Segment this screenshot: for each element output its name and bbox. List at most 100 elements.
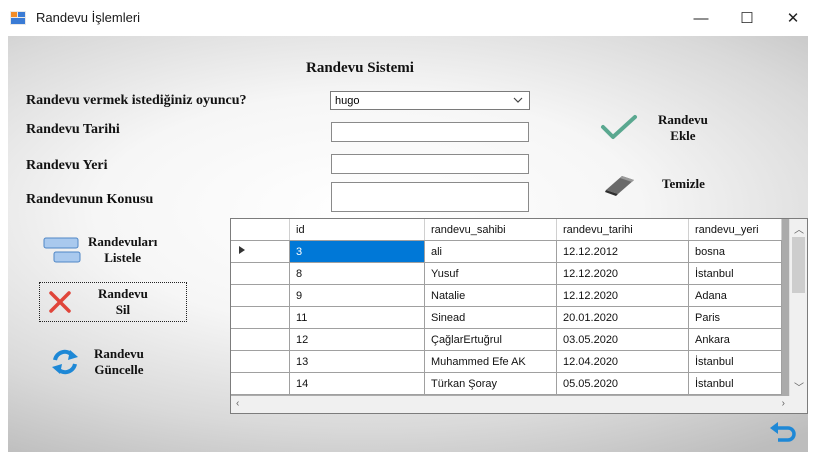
row-header[interactable] [231,240,290,263]
place-label: Randevu Yeri [26,158,108,173]
table-row[interactable]: 3 ali 12.12.2012 bosna [231,240,782,263]
table-cell[interactable]: Adana [688,284,782,307]
table-cell[interactable]: İstanbul [688,262,782,285]
back-arrow-icon[interactable] [768,422,798,446]
table-cell[interactable]: 11 [289,306,425,329]
list-appointments-label: Randevuları Listele [88,234,157,266]
column-header-id[interactable]: id [289,219,425,241]
horizontal-scrollbar[interactable]: ‹ › [231,396,790,413]
list-label-line2: Listele [104,250,142,265]
list-window-icon [43,237,81,263]
grid-header-row: id randevu_sahibi randevu_tarihi randevu… [231,219,782,241]
subject-label: Randevunun Konusu [26,192,154,207]
table-cell[interactable]: 12.04.2020 [556,350,689,373]
row-header[interactable] [231,306,290,329]
table-cell[interactable]: Yusuf [424,262,557,285]
row-header[interactable] [231,284,290,307]
table-cell[interactable]: ali [424,240,557,263]
column-header-randevu-tarihi[interactable]: randevu_tarihi [556,219,689,241]
update-appointment-button[interactable]: Randevu Güncelle [50,346,144,378]
table-cell[interactable]: ÇağlarErtuğrul [424,328,557,351]
table-cell[interactable]: 3 [289,240,425,263]
table-cell[interactable]: Muhammed Efe AK [424,350,557,373]
app-icon [10,11,26,25]
date-input[interactable] [331,122,529,142]
vertical-scroll-thumb[interactable] [792,237,805,293]
update-label-line1: Randevu [94,346,144,361]
form-heading: Randevu Sistemi [306,60,414,76]
table-cell[interactable]: bosna [688,240,782,263]
player-label: Randevu vermek istediğiniz oyuncu? [26,93,247,108]
table-cell[interactable]: 12 [289,328,425,351]
update-label-line2: Güncelle [94,362,144,377]
place-input[interactable] [331,154,529,174]
scroll-left-icon[interactable]: ‹ [236,398,239,409]
title-bar: Randevu İşlemleri — ☐ ✕ [0,0,816,36]
table-cell[interactable]: Paris [688,306,782,329]
table-cell[interactable]: Sinead [424,306,557,329]
delete-x-icon [49,291,71,313]
clear-button[interactable]: Temizle [602,172,705,196]
row-header[interactable] [231,262,290,285]
table-cell[interactable]: 14 [289,372,425,395]
scroll-up-icon[interactable]: ︿ [794,221,804,236]
table-row[interactable]: 8 Yusuf 12.12.2020 İstanbul [231,262,782,285]
table-row[interactable]: 9 Natalie 12.12.2020 Adana [231,284,782,307]
player-select-value: hugo [335,95,360,107]
row-header[interactable] [231,350,290,373]
table-cell[interactable]: Türkan Şoray [424,372,557,395]
subject-input[interactable] [331,182,529,212]
form-client-area: Randevu Sistemi Randevu vermek istediğin… [8,36,808,452]
table-cell[interactable]: 12.12.2020 [556,284,689,307]
table-cell[interactable]: İstanbul [688,350,782,373]
row-header[interactable] [231,372,290,395]
table-cell[interactable]: 05.05.2020 [556,372,689,395]
refresh-icon [52,349,78,375]
table-cell[interactable]: 12.12.2012 [556,240,689,263]
appointments-grid[interactable]: id randevu_sahibi randevu_tarihi randevu… [230,218,808,414]
add-appointment-button[interactable]: Randevu Ekle [600,112,708,144]
row-header[interactable] [231,328,290,351]
column-header-randevu-yeri[interactable]: randevu_yeri [688,219,782,241]
list-appointments-button[interactable]: Randevuları Listele [42,234,157,266]
scroll-right-icon[interactable]: › [782,398,785,409]
scroll-down-icon[interactable]: ﹀ [794,379,804,394]
chevron-down-icon [513,97,523,103]
date-label: Randevu Tarihi [26,122,120,137]
table-row[interactable]: 12 ÇağlarErtuğrul 03.05.2020 Ankara [231,328,782,351]
current-row-icon [239,246,245,254]
table-row[interactable]: 14 Türkan Şoray 05.05.2020 İstanbul [231,372,782,395]
table-cell[interactable]: 12.12.2020 [556,262,689,285]
table-row[interactable]: 11 Sinead 20.01.2020 Paris [231,306,782,329]
table-cell[interactable]: 8 [289,262,425,285]
table-cell[interactable]: Ankara [688,328,782,351]
list-label-line1: Randevuları [88,234,158,249]
add-appointment-label: Randevu Ekle [658,112,708,144]
window-title: Randevu İşlemleri [36,10,141,25]
table-cell[interactable]: 03.05.2020 [556,328,689,351]
minimize-button[interactable]: — [678,0,724,36]
add-label-line2: Ekle [670,128,696,143]
clear-label: Temizle [662,176,705,191]
maximize-button[interactable]: ☐ [724,0,770,36]
scrollbar-corner [790,396,807,413]
table-cell[interactable]: İstanbul [688,372,782,395]
player-select[interactable]: hugo [330,91,530,110]
delete-appointment-button[interactable]: Randevu Sil [39,282,187,322]
table-cell[interactable]: 13 [289,350,425,373]
delete-appointment-label: Randevu Sil [98,286,148,318]
vertical-scrollbar[interactable]: ︿ ﹀ [789,219,807,396]
eraser-icon [605,176,634,196]
table-cell[interactable]: Natalie [424,284,557,307]
delete-label-line1: Randevu [98,286,148,301]
table-cell[interactable]: 20.01.2020 [556,306,689,329]
row-header-corner [231,219,290,241]
close-button[interactable]: ✕ [770,0,816,36]
table-cell[interactable]: 9 [289,284,425,307]
add-label-line1: Randevu [658,112,708,127]
check-icon [601,115,637,139]
column-header-randevu-sahibi[interactable]: randevu_sahibi [424,219,557,241]
table-row[interactable]: 13 Muhammed Efe AK 12.04.2020 İstanbul [231,350,782,373]
update-appointment-label: Randevu Güncelle [94,346,144,378]
delete-label-line2: Sil [115,302,131,317]
